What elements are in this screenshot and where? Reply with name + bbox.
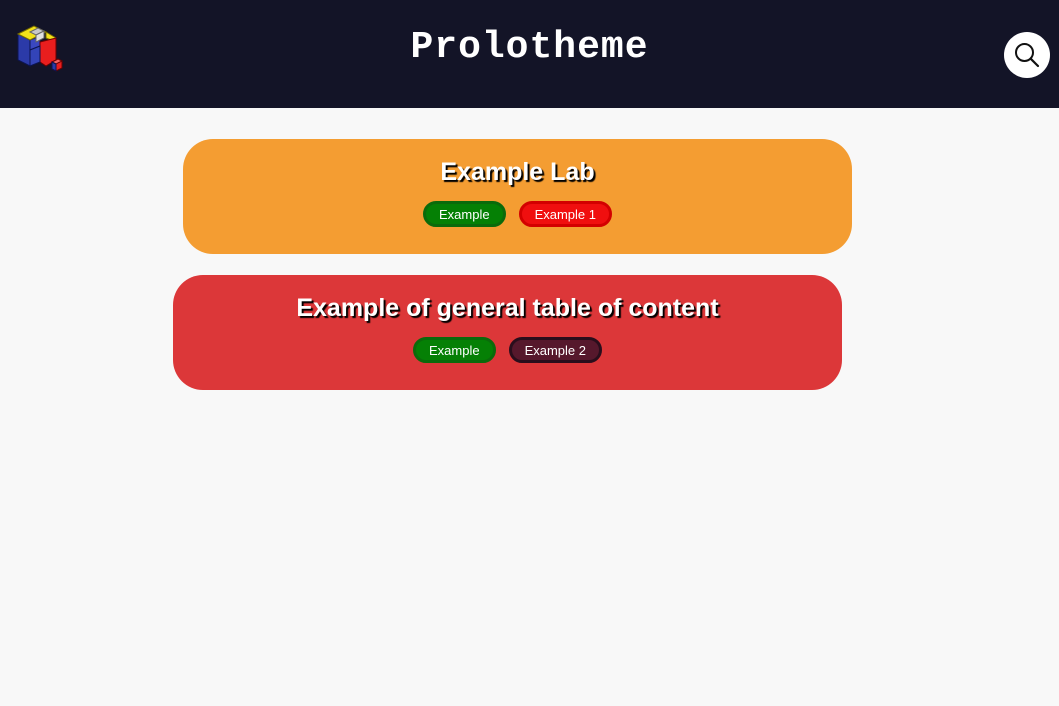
card-title[interactable]: Example of general table of content <box>173 292 842 324</box>
card-general-toc: Example of general table of content Exam… <box>173 275 842 390</box>
tag-example-2[interactable]: Example 2 <box>508 337 602 363</box>
search-button[interactable] <box>1004 32 1050 78</box>
card-example-lab: Example Lab Example Example 1 <box>183 139 852 254</box>
tag-example-1[interactable]: Example 1 <box>518 201 612 227</box>
tag-list: Example Example 1 <box>183 201 852 227</box>
site-title[interactable]: Prolotheme <box>0 26 1059 70</box>
card-title[interactable]: Example Lab <box>183 156 852 188</box>
tag-example[interactable]: Example <box>423 201 506 227</box>
search-icon <box>1015 43 1040 68</box>
tag-example[interactable]: Example <box>413 337 496 363</box>
top-header: Prolotheme <box>0 0 1059 108</box>
tag-list: Example Example 2 <box>173 337 842 363</box>
